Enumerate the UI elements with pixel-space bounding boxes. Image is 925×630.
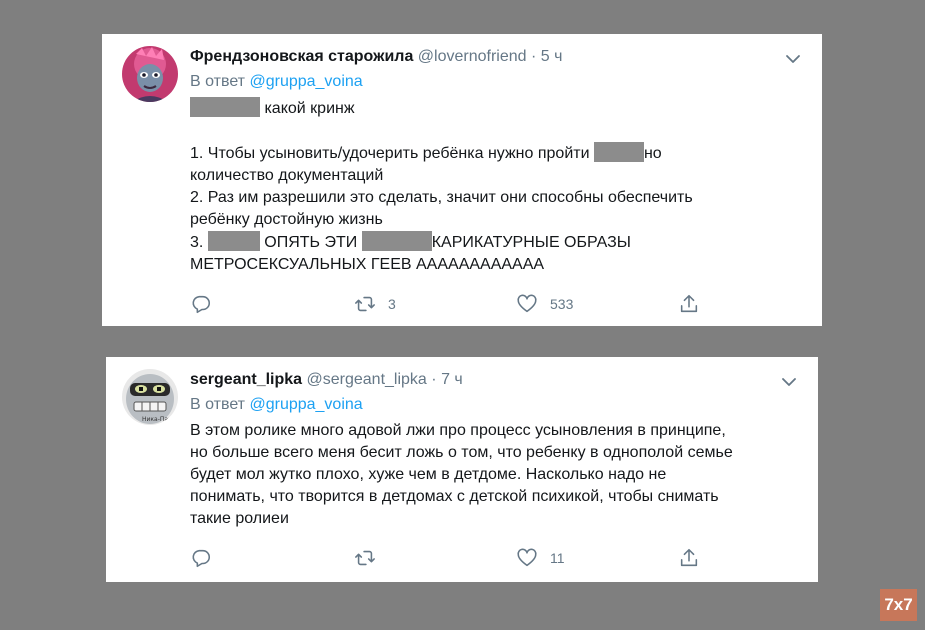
text-segment: 1. Чтобы усыновить/удочерить ребёнка нуж… bbox=[190, 145, 590, 162]
reply-button[interactable] bbox=[190, 546, 212, 570]
reply-button[interactable] bbox=[190, 292, 212, 316]
tweet-actions: 11 bbox=[190, 546, 798, 570]
tweet-actions: 3 533 bbox=[190, 292, 802, 316]
redaction-block bbox=[190, 97, 260, 117]
reply-mention-link[interactable]: @gruppa_voina bbox=[249, 396, 362, 413]
text-segment: МЕТРОСЕКСУАЛЬНЫХ ГЕЕВ АААААААААААА bbox=[190, 256, 545, 273]
tweet-text: какой кринж 1. Чтобы усыновить/удочерить… bbox=[190, 97, 802, 276]
retweet-icon bbox=[355, 550, 375, 566]
avatar[interactable] bbox=[122, 46, 178, 102]
text-segment: какой кринж bbox=[264, 100, 355, 117]
text-line: такие ролиеи bbox=[190, 510, 289, 527]
share-icon bbox=[680, 548, 698, 567]
share-button[interactable] bbox=[678, 546, 700, 570]
text-segment: ОПЯТЬ ЭТИ bbox=[264, 234, 358, 251]
text-segment: но bbox=[643, 145, 662, 162]
like-icon bbox=[517, 548, 537, 567]
share-button[interactable] bbox=[678, 292, 700, 316]
redaction-block bbox=[593, 142, 644, 162]
avatar[interactable]: Ника-Пари bbox=[122, 369, 178, 425]
reply-prefix: В ответ bbox=[190, 396, 246, 413]
like-button[interactable]: 11 bbox=[516, 546, 565, 570]
svg-text:Ника-Пари: Ника-Пари bbox=[142, 416, 176, 423]
reply-context: В ответ @gruppa_voina bbox=[190, 71, 802, 93]
display-name[interactable]: sergeant_lipka bbox=[190, 371, 302, 388]
display-name[interactable]: Френдзоновская старожила bbox=[190, 48, 413, 65]
like-icon bbox=[517, 294, 537, 313]
watermark-logo: 7x7 bbox=[880, 589, 917, 621]
text-line: но больше всего меня бесит ложь о том, ч… bbox=[190, 444, 733, 461]
timestamp[interactable]: 7 ч bbox=[441, 371, 463, 388]
reply-prefix: В ответ bbox=[190, 73, 246, 90]
text-segment: количество документаций bbox=[190, 167, 384, 184]
text-segment: ребёнку достойную жизнь bbox=[190, 211, 383, 228]
tweet-header: sergeant_lipka @sergeant_lipka · 7 ч bbox=[190, 369, 798, 391]
like-count: 533 bbox=[550, 296, 574, 312]
tweet-card[interactable]: Ника-Пари sergeant_lipka @sergeant_lipka… bbox=[106, 357, 818, 582]
like-button[interactable]: 533 bbox=[516, 292, 573, 316]
chevron-down-icon[interactable] bbox=[784, 50, 802, 68]
reply-icon bbox=[192, 549, 211, 568]
text-line: будет мол жутко плохо, хуже чем в детдом… bbox=[190, 466, 667, 483]
text-line: понимать, что творится в детдомах с детс… bbox=[190, 488, 719, 505]
share-icon bbox=[680, 294, 698, 313]
like-count: 11 bbox=[550, 550, 565, 566]
retweet-count: 3 bbox=[388, 296, 396, 312]
text-segment: 2. Раз им разрешили это сделать, значит … bbox=[190, 189, 693, 206]
timestamp[interactable]: 5 ч bbox=[541, 48, 563, 65]
separator: · bbox=[531, 48, 537, 65]
tweet-card[interactable]: Френдзоновская старожила @lovernofriend … bbox=[102, 34, 822, 326]
redaction-block bbox=[361, 231, 432, 251]
tweet-text: В этом ролике много адовой лжи про проце… bbox=[190, 420, 798, 530]
reply-icon bbox=[192, 295, 211, 314]
reply-mention-link[interactable]: @gruppa_voina bbox=[249, 73, 362, 90]
separator: · bbox=[431, 371, 437, 388]
text-line: В этом ролике много адовой лжи про проце… bbox=[190, 422, 726, 439]
retweet-button[interactable]: 3 bbox=[354, 292, 396, 316]
redaction-block bbox=[207, 231, 260, 251]
text-segment: 3. bbox=[190, 234, 204, 251]
retweet-button[interactable] bbox=[354, 546, 388, 570]
retweet-icon bbox=[355, 296, 375, 312]
chevron-down-icon[interactable] bbox=[780, 373, 798, 391]
tweet-header: Френдзоновская старожила @lovernofriend … bbox=[190, 46, 802, 68]
reply-context: В ответ @gruppa_voina bbox=[190, 394, 798, 416]
text-segment: КАРИКАТУРНЫЕ ОБРАЗЫ bbox=[431, 234, 631, 251]
user-handle[interactable]: @sergeant_lipka bbox=[307, 371, 427, 388]
user-handle[interactable]: @lovernofriend bbox=[418, 48, 527, 65]
